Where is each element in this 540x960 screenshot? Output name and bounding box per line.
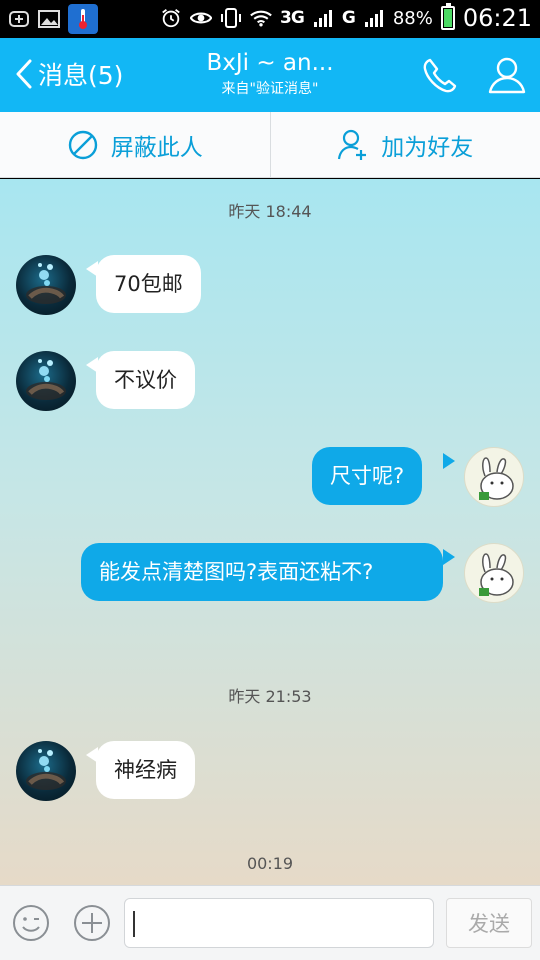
timestamp: 昨天 21:53 — [228, 687, 312, 706]
emoji-button[interactable] — [12, 904, 50, 942]
message-input[interactable] — [124, 898, 434, 948]
signal-icon — [363, 7, 385, 29]
stranger-action-bar: 屏蔽此人 加为好友 — [0, 112, 540, 178]
chat-title-block[interactable]: BxJi ~ an... 来自"验证消息" — [170, 50, 370, 98]
battery-icon — [440, 3, 455, 30]
chat-title: BxJi ~ an... — [206, 50, 334, 76]
incoming-message[interactable]: 神经病 — [96, 741, 195, 799]
send-button[interactable]: 发送 — [446, 898, 532, 948]
message-list[interactable]: 昨天 18:44 70包邮 不议价 尺寸呢? 能发点清楚图吗?表面还粘不? 昨天… — [0, 179, 540, 885]
contact-avatar[interactable] — [16, 351, 76, 411]
phone-call-button[interactable] — [420, 56, 460, 96]
input-bar: 发送 — [0, 885, 540, 960]
status-bar: 3G G 88% 06:21 — [0, 0, 540, 38]
wifi-icon — [250, 7, 272, 29]
add-friend-button[interactable]: 加为好友 — [271, 112, 540, 177]
incoming-message[interactable]: 不议价 — [96, 351, 195, 409]
person-icon — [488, 57, 526, 94]
add-friend-label: 加为好友 — [381, 134, 474, 161]
plus-icon — [8, 8, 30, 30]
phone-icon — [423, 58, 457, 93]
alarm-icon — [160, 7, 182, 29]
chat-header: 消息(5) BxJi ~ an... 来自"验证消息" — [0, 38, 540, 112]
battery-percent: 88% — [392, 7, 433, 29]
back-button[interactable]: 消息(5) — [14, 56, 123, 92]
thermometer-app-icon — [68, 4, 98, 34]
timestamp: 00:19 — [246, 854, 294, 873]
bubble-tail — [443, 549, 455, 565]
vibrate-icon — [220, 7, 242, 29]
block-user-label: 屏蔽此人 — [110, 134, 203, 161]
more-options-button[interactable] — [73, 904, 111, 942]
block-user-button[interactable]: 屏蔽此人 — [0, 112, 271, 177]
block-icon — [68, 130, 97, 159]
my-avatar[interactable] — [464, 447, 524, 507]
text-caret — [133, 911, 135, 937]
incoming-message[interactable]: 70包邮 — [96, 255, 201, 313]
bubble-tail — [443, 453, 455, 469]
signal-icon — [312, 7, 334, 29]
contact-avatar[interactable] — [16, 741, 76, 801]
add-person-icon — [338, 129, 367, 160]
outgoing-message[interactable]: 能发点清楚图吗?表面还粘不? — [81, 543, 443, 601]
contact-profile-button[interactable] — [486, 54, 528, 96]
chevron-left-icon — [16, 59, 32, 89]
contact-avatar[interactable] — [16, 255, 76, 315]
back-label: 消息(5) — [38, 61, 124, 90]
outgoing-message[interactable]: 尺寸呢? — [312, 447, 423, 505]
plus-circle-icon — [74, 905, 110, 941]
eye-icon — [190, 7, 213, 29]
smiley-icon — [13, 905, 49, 941]
image-icon — [38, 8, 60, 30]
timestamp: 昨天 18:44 — [228, 202, 312, 221]
clock: 06:21 — [462, 4, 532, 32]
battery-fill — [443, 9, 452, 27]
network-3g-label: 3G — [280, 8, 305, 28]
network-g-label: G — [341, 8, 356, 28]
chat-subtitle: 来自"验证消息" — [221, 81, 319, 97]
my-avatar[interactable] — [464, 543, 524, 603]
